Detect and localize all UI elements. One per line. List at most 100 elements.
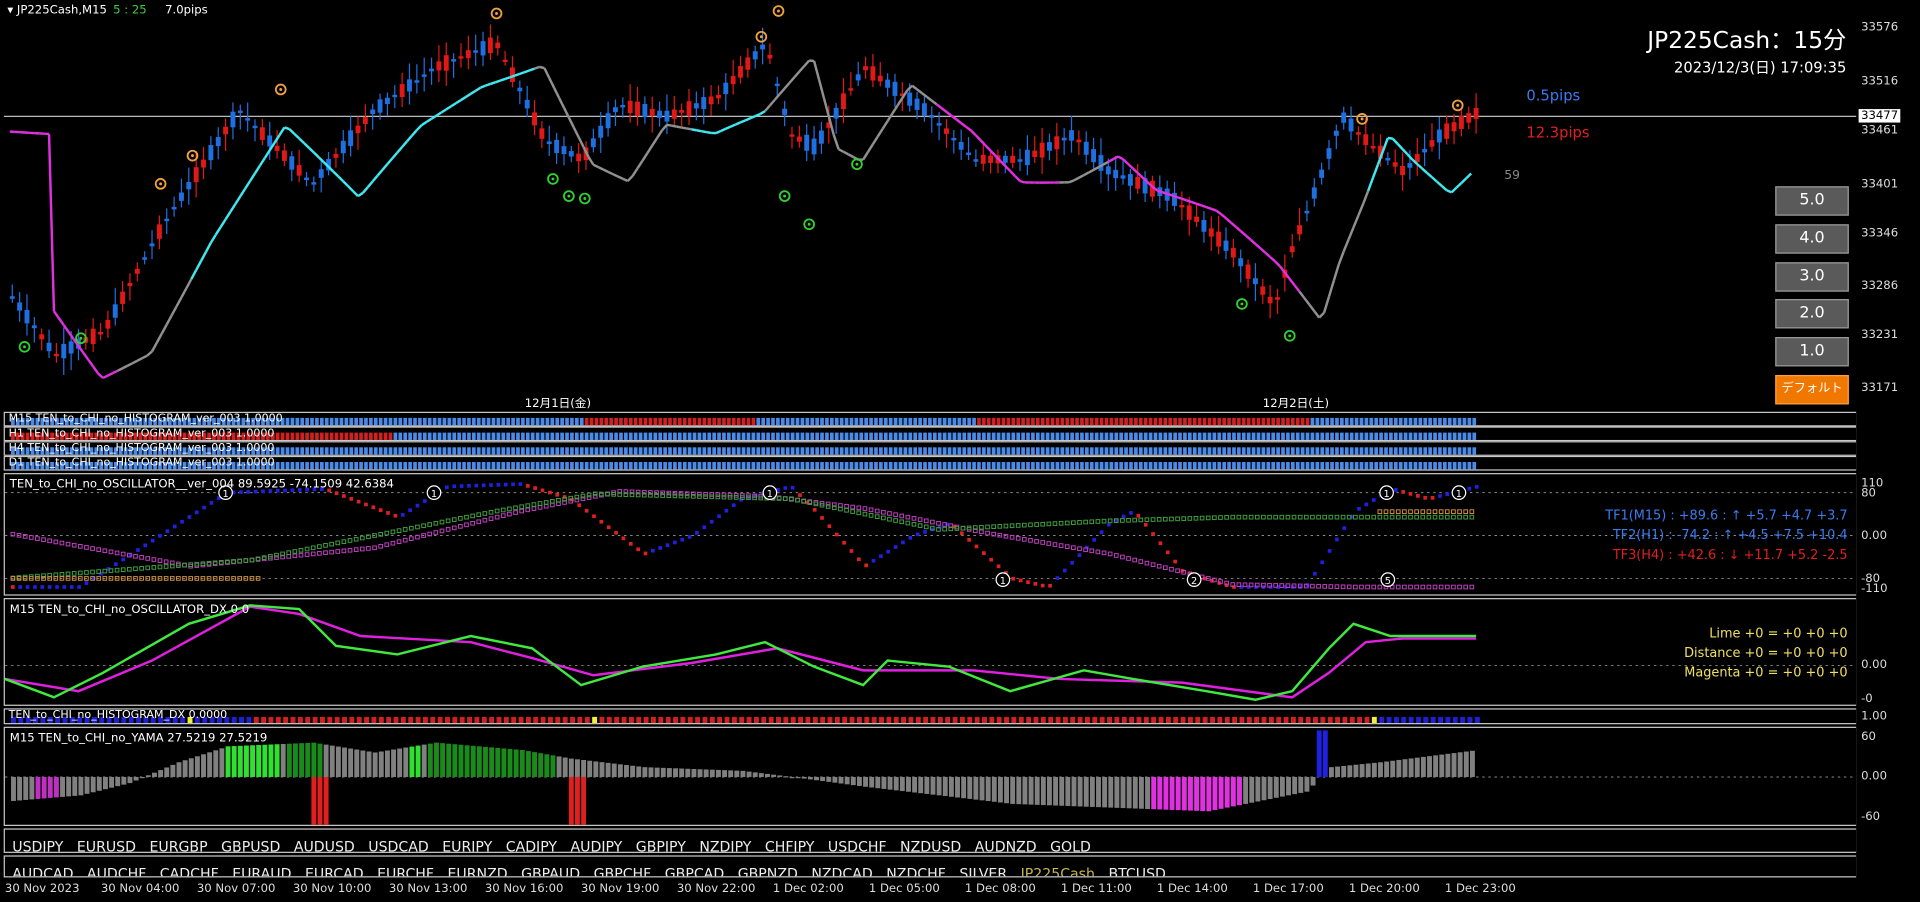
osc-green-dot bbox=[145, 565, 151, 571]
histogram-bar bbox=[501, 417, 506, 426]
symbol-audchf[interactable]: AUDCHF bbox=[87, 865, 146, 876]
histogram-bar bbox=[624, 417, 628, 426]
dropdown-arrow-icon[interactable]: ▾ bbox=[7, 4, 13, 17]
osc-magenta-dot bbox=[844, 503, 849, 509]
candle-body bbox=[24, 309, 30, 324]
yama-bar bbox=[1181, 776, 1187, 811]
yama-bar bbox=[1108, 776, 1114, 808]
yama-axis-m60: -60 bbox=[1861, 810, 1881, 824]
histogram-dx-bar bbox=[827, 716, 833, 724]
moving-average-segment bbox=[303, 142, 310, 149]
moving-average-segment bbox=[455, 99, 462, 105]
symbol-btcusd[interactable]: BTCUSD bbox=[1108, 865, 1165, 876]
histogram-bar bbox=[1354, 447, 1359, 455]
histogram-bar bbox=[354, 462, 358, 470]
symbol-eurusd[interactable]: EURUSD bbox=[77, 838, 136, 851]
symbol-gbpchf[interactable]: GBPCHF bbox=[594, 865, 652, 876]
symbol-cadjpy[interactable]: CADJPY bbox=[506, 838, 557, 851]
histogram-bar bbox=[1143, 462, 1148, 470]
histogram-bar bbox=[913, 462, 918, 470]
osc-green-dot bbox=[911, 521, 917, 527]
yama-pane: M15 TEN_to_CHI_no_YAMA 27.5219 27.5219 bbox=[3, 726, 1858, 826]
symbol-eurjpy[interactable]: EURJPY bbox=[442, 838, 492, 851]
histogram-dx-bar bbox=[665, 716, 671, 724]
osc-main-dot bbox=[518, 482, 523, 486]
symbol-gbpusd[interactable]: GBPUSD bbox=[221, 838, 280, 851]
symbol-gbpnzd[interactable]: GBPNZD bbox=[738, 865, 798, 876]
symbol-chfjpy[interactable]: CHFJPY bbox=[765, 838, 815, 851]
yama-bar bbox=[1384, 761, 1390, 777]
symbol-eurgbp[interactable]: EURGBP bbox=[149, 838, 207, 851]
symbol-nzdusd[interactable]: NZDUSD bbox=[900, 838, 961, 851]
histogram-bar bbox=[1035, 447, 1040, 455]
histogram-bar bbox=[1241, 417, 1246, 426]
symbol-usdchf[interactable]: USDCHF bbox=[828, 838, 887, 851]
histogram-bar bbox=[496, 417, 501, 426]
osc-magenta-dot bbox=[390, 540, 396, 546]
symbol-audjpy[interactable]: AUDJPY bbox=[571, 838, 623, 851]
osc-main-dot bbox=[901, 540, 905, 545]
symbol-audcad[interactable]: AUDCAD bbox=[12, 865, 73, 876]
candle-body bbox=[1010, 155, 1016, 163]
histogram-bar bbox=[1251, 447, 1256, 455]
symbol-gbpcad[interactable]: GBPCAD bbox=[665, 865, 724, 876]
histogram-bar bbox=[339, 432, 344, 440]
default-button[interactable]: デフォルト bbox=[1775, 375, 1849, 405]
histogram-bar bbox=[555, 462, 560, 470]
histogram-bar bbox=[1119, 462, 1124, 470]
scale-button-4[interactable]: 4.0 bbox=[1775, 224, 1849, 254]
osc-main-dot bbox=[606, 525, 611, 530]
symbol-usdjpy[interactable]: USDJPY bbox=[12, 838, 63, 851]
histogram-dx-bar bbox=[628, 716, 634, 724]
symbol-silver[interactable]: SILVER bbox=[959, 865, 1007, 876]
moving-average-segment bbox=[788, 76, 796, 84]
osc-magenta-dot bbox=[261, 556, 267, 562]
osc-green-dot bbox=[1040, 521, 1046, 527]
symbol-gbpaud[interactable]: GBPAUD bbox=[521, 865, 580, 876]
symbol-gold[interactable]: GOLD bbox=[1050, 838, 1091, 851]
symbol-nzdchf[interactable]: NZDCHF bbox=[886, 865, 946, 876]
histogram-bar bbox=[550, 417, 555, 426]
symbol-audnzd[interactable]: AUDNZD bbox=[975, 838, 1037, 851]
osc-magenta-dot bbox=[1064, 544, 1070, 549]
symbol-usdcad[interactable]: USDCAD bbox=[368, 838, 428, 851]
candle-body bbox=[112, 304, 118, 318]
symbol-nzdcad[interactable]: NZDCAD bbox=[811, 865, 872, 876]
histogram-bar bbox=[422, 447, 427, 455]
histogram-bar bbox=[1089, 417, 1094, 426]
osc-green-dot bbox=[519, 504, 524, 510]
scale-button-2[interactable]: 2.0 bbox=[1775, 299, 1849, 329]
osc-green-dot bbox=[1138, 517, 1144, 523]
moving-average-segment bbox=[1244, 234, 1252, 241]
histogram-bar bbox=[1183, 432, 1187, 440]
histogram-bar bbox=[280, 462, 285, 470]
scale-button-1[interactable]: 1.0 bbox=[1775, 337, 1849, 367]
symbol-audusd[interactable]: AUDUSD bbox=[294, 838, 355, 851]
main-price-pane[interactable] bbox=[3, 0, 1858, 410]
osc-green-dot bbox=[415, 524, 420, 530]
candle-body bbox=[362, 117, 368, 125]
histogram-bar bbox=[1099, 462, 1104, 470]
sell-signal-dot bbox=[1360, 117, 1364, 121]
symbol-cadchf[interactable]: CADCHF bbox=[160, 865, 219, 876]
histogram-bar bbox=[1310, 462, 1315, 470]
price-tick: 33346 bbox=[1861, 226, 1899, 241]
moving-average-segment bbox=[896, 97, 904, 107]
candle-body bbox=[1429, 140, 1435, 147]
scale-button-5[interactable]: 5.0 bbox=[1775, 186, 1849, 216]
symbol-eurcad[interactable]: EURCAD bbox=[305, 865, 364, 876]
histogram-bar bbox=[972, 462, 976, 470]
scale-button-3[interactable]: 3.0 bbox=[1775, 262, 1849, 292]
moving-average-segment bbox=[1122, 158, 1129, 165]
histogram-bar bbox=[486, 432, 491, 440]
symbol-jp225cash[interactable]: JP225Cash bbox=[1021, 865, 1095, 876]
histogram-dx-bar bbox=[856, 716, 862, 724]
symbol-gbpjpy[interactable]: GBPJPY bbox=[636, 838, 686, 851]
symbol-nzdjpy[interactable]: NZDJPY bbox=[699, 838, 751, 851]
histogram-bar bbox=[790, 462, 795, 470]
symbol-eurnzd[interactable]: EURNZD bbox=[448, 865, 508, 876]
yama-bar bbox=[1187, 776, 1193, 811]
symbol-euraud[interactable]: EURAUD bbox=[232, 865, 291, 876]
symbol-eurchf[interactable]: EURCHF bbox=[377, 865, 434, 876]
histogram-bar bbox=[329, 447, 334, 455]
